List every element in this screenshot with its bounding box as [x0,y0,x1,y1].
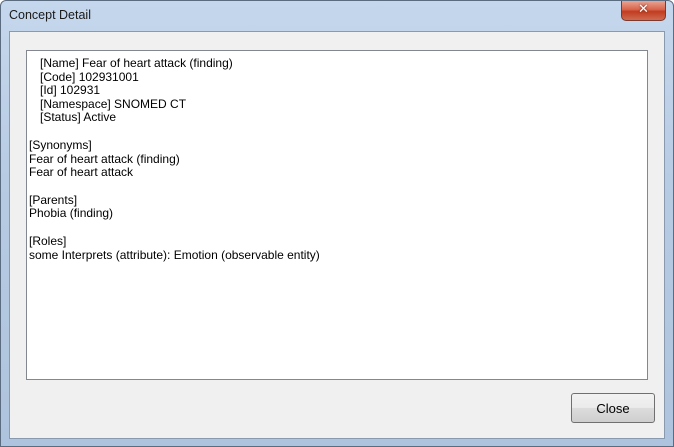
concept-detail-text-area[interactable]: [Name] Fear of heart attack (finding) [C… [26,50,648,380]
dialog-body: [Name] Fear of heart attack (finding) [C… [9,31,665,439]
roles-header: [Roles] [29,233,67,248]
id-line: [Id] 102931 [40,83,101,98]
close-icon: ✕ [638,2,649,17]
concept-detail-window: Concept Detail ✕ [Name] Fear of heart at… [0,0,674,447]
status-line: [Status] Active [40,110,117,125]
concept-detail-content: [Name] Fear of heart attack (finding) [C… [29,56,320,262]
title-bar[interactable]: Concept Detail ✕ [1,1,673,31]
role-item: some Interprets (attribute): Emotion (ob… [29,247,320,262]
window-close-button[interactable]: ✕ [621,1,666,21]
close-button[interactable]: Close [571,393,655,423]
parents-header: [Parents] [29,192,78,207]
synonym-item: Fear of heart attack (finding) [29,151,180,166]
synonyms-header: [Synonyms] [29,137,92,152]
synonym-item: Fear of heart attack [29,165,134,180]
parent-item: Phobia (finding) [29,206,114,221]
code-line: [Code] 102931001 [40,69,139,84]
namespace-line: [Namespace] SNOMED CT [40,96,187,111]
name-line: [Name] Fear of heart attack (finding) [40,56,233,70]
window-title: Concept Detail [9,8,91,22]
